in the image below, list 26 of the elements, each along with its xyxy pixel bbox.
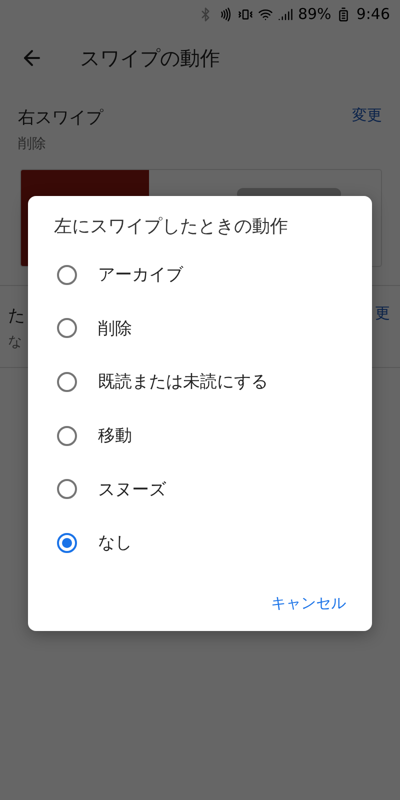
option-label: スヌーズ [98, 478, 166, 501]
wifi-icon [258, 6, 273, 22]
page-title: スワイプの動作 [80, 44, 220, 72]
setting-value: な [8, 333, 23, 351]
clock: 9:46 [356, 5, 390, 23]
vibrate-icon [238, 6, 253, 22]
dialog-title: 左にスワイプしたときの動作 [54, 215, 289, 238]
setting-value: 削除 [18, 135, 47, 153]
radio-button[interactable] [57, 426, 77, 446]
radio-button[interactable] [57, 264, 77, 285]
option-label: なし [98, 532, 132, 554]
cancel-button[interactable]: キャンセル [267, 590, 350, 617]
radio-button[interactable] [57, 318, 77, 338]
setting-title: 右スワイプ [18, 107, 103, 129]
option-label: 既読または未読にする [98, 371, 268, 394]
option-label: 削除 [98, 318, 132, 340]
setting-title: た [8, 305, 25, 327]
battery-percent: 89% [298, 5, 332, 23]
option-label: アーカイブ [98, 264, 183, 286]
change-link[interactable]: 更 [375, 304, 390, 323]
radio-button[interactable] [57, 479, 77, 500]
signal-icon [278, 6, 293, 22]
change-link[interactable]: 変更 [352, 106, 382, 125]
radio-button[interactable] [57, 372, 77, 392]
option-label: 移動 [98, 425, 132, 448]
radio-button[interactable] [57, 532, 77, 553]
